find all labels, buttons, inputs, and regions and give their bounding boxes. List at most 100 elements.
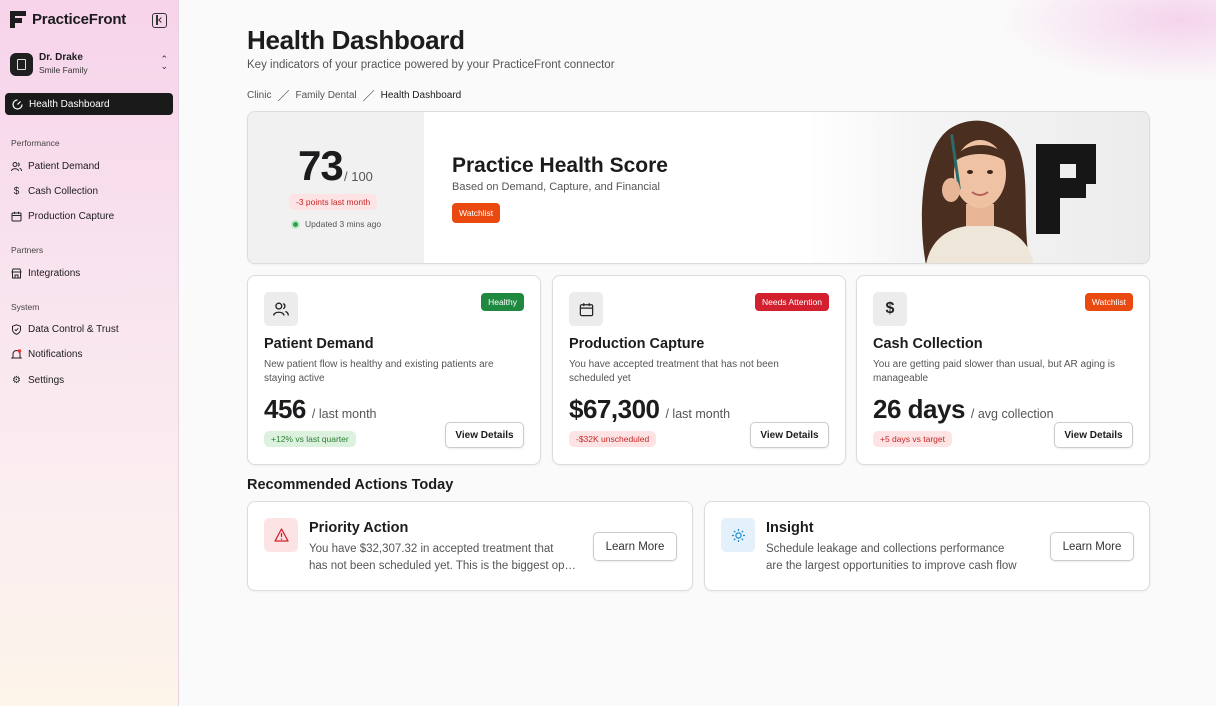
bell-icon xyxy=(11,348,22,358)
metric-value: $67,300 xyxy=(569,394,660,424)
store-icon xyxy=(11,268,22,278)
card-description: You have accepted treatment that has not… xyxy=(569,359,779,384)
metric-unit: / last month xyxy=(665,407,731,421)
calendar-icon xyxy=(569,292,603,326)
trend-badge: +5 days vs target xyxy=(873,431,952,447)
action-description: You have $32,307.32 in accepted treatmen… xyxy=(309,541,579,575)
health-score-max: / 100 xyxy=(344,169,373,184)
sidebar-item-label: Cash Collection xyxy=(28,185,99,197)
sidebar-item-label: Data Control & Trust xyxy=(28,323,119,335)
sidebar-section-performance: Performance xyxy=(11,138,60,148)
sidebar-item-label: Settings xyxy=(28,374,65,386)
card-description: New patient flow is healthy and existing… xyxy=(264,359,494,384)
health-score-subtitle: Based on Demand, Capture, and Financial xyxy=(452,181,660,193)
breadcrumb-separator-icon: ／ xyxy=(277,89,290,103)
action-text-line: You have $32,307.32 in accepted treatmen… xyxy=(309,543,554,555)
sun-icon xyxy=(721,518,755,552)
action-text-line: Schedule leakage and collections perform… xyxy=(766,543,1005,555)
metric-unit: / last month xyxy=(311,407,377,421)
production-capture-card: Needs Attention Production Capture You h… xyxy=(552,275,846,465)
learn-more-button[interactable]: Learn More xyxy=(593,532,677,561)
sidebar-item-label: Health Dashboard xyxy=(29,98,110,110)
card-title: Production Capture xyxy=(569,336,705,352)
card-description: You are getting paid slower than usual, … xyxy=(873,359,1116,384)
score-panel: 73 / 100 -3 points last month Updated 3 … xyxy=(248,112,424,263)
breadcrumb: Clinic ／ Family Dental ／ Health Dashboar… xyxy=(247,87,461,104)
trend-badge: +12% vs last quarter xyxy=(264,431,356,447)
breadcrumb-item-current: Health Dashboard xyxy=(380,90,462,101)
practicefront-logo-icon xyxy=(10,11,26,28)
priority-action-card: Priority Action You have $32,307.32 in a… xyxy=(247,501,693,591)
status-badge: Watchlist xyxy=(1084,293,1133,311)
sidebar-item-label: Integrations xyxy=(28,267,81,279)
practice-avatar xyxy=(10,52,33,76)
updated-text: Updated 3 mins ago xyxy=(305,219,382,229)
sidebar-item-notifications[interactable]: Notifications xyxy=(11,346,82,362)
account-practice: Smile Family xyxy=(39,65,88,75)
metric-unit: / avg collection xyxy=(970,407,1054,421)
sidebar-section-system: System xyxy=(11,302,40,312)
breadcrumb-item-clinic[interactable]: Clinic xyxy=(247,90,271,101)
warning-icon xyxy=(264,518,298,552)
shield-icon xyxy=(12,323,21,335)
score-delta-badge: -3 points last month xyxy=(289,194,378,210)
card-metric: 26 days / avg collection xyxy=(873,394,1054,425)
collapse-sidebar-icon[interactable] xyxy=(152,13,167,28)
sidebar-item-production-capture[interactable]: Production Capture xyxy=(11,208,114,224)
card-title: Patient Demand xyxy=(264,336,374,352)
account-name: Dr. Drake xyxy=(39,52,83,63)
sidebar-item-settings[interactable]: ⚙ Settings xyxy=(11,372,64,388)
learn-more-button[interactable]: Learn More xyxy=(1050,532,1134,561)
breadcrumb-separator-icon: ／ xyxy=(362,89,375,103)
action-description: Schedule leakage and collections perform… xyxy=(766,541,1036,575)
patient-demand-card: Healthy Patient Demand New patient flow … xyxy=(247,275,541,465)
insight-card: Insight Schedule leakage and collections… xyxy=(704,501,1150,591)
users-icon xyxy=(11,161,22,171)
view-details-button[interactable]: View Details xyxy=(750,422,829,448)
status-badge: Watchlist xyxy=(452,203,501,223)
users-icon xyxy=(264,292,298,326)
dollar-icon: $ xyxy=(873,292,907,326)
status-dot-icon xyxy=(291,219,300,229)
gear-icon: ⚙ xyxy=(12,374,21,386)
sidebar: PracticeFront Dr. Drake Smile Family ⌃ ⌄ … xyxy=(0,0,179,706)
hero-illustration xyxy=(808,112,1149,263)
recommended-actions-title: Recommended Actions Today xyxy=(247,477,454,493)
chevron-updown-icon: ⌃ ⌄ xyxy=(160,54,168,71)
sidebar-item-patient-demand[interactable]: Patient Demand xyxy=(11,158,100,174)
action-title: Priority Action xyxy=(309,520,409,536)
brand[interactable]: PracticeFront xyxy=(10,11,126,28)
sidebar-item-cash-collection[interactable]: $ Cash Collection xyxy=(11,183,98,199)
sidebar-item-label: Production Capture xyxy=(28,210,115,222)
view-details-button[interactable]: View Details xyxy=(1054,422,1133,448)
account-switcher[interactable]: Dr. Drake Smile Family ⌃ ⌄ xyxy=(10,51,170,77)
trend-badge: -$32K unscheduled xyxy=(569,431,657,447)
sidebar-section-partners: Partners xyxy=(11,245,44,255)
breadcrumb-item-family-dental[interactable]: Family Dental xyxy=(295,90,356,101)
health-score-title: Practice Health Score xyxy=(452,154,668,177)
brand-mark-icon xyxy=(1036,144,1096,234)
woman-portrait-image xyxy=(921,120,1096,263)
updated-status: Updated 3 mins ago xyxy=(291,219,381,229)
view-details-button[interactable]: View Details xyxy=(445,422,524,448)
page-title: Health Dashboard xyxy=(247,25,465,55)
status-badge: Needs Attention xyxy=(754,293,829,311)
card-title: Cash Collection xyxy=(873,336,983,352)
page-subtitle: Key indicators of your practice powered … xyxy=(247,59,615,71)
action-title: Insight xyxy=(766,520,814,536)
action-text-line: has not been scheduled yet. This is the … xyxy=(309,560,579,572)
sidebar-item-label: Notifications xyxy=(28,348,83,360)
sidebar-item-label: Patient Demand xyxy=(28,160,100,172)
sidebar-item-health-dashboard[interactable]: Health Dashboard xyxy=(5,93,173,115)
card-metric: 456 / last month xyxy=(264,394,377,425)
health-score-value: 73 xyxy=(298,142,344,189)
action-text-line: are the largest opportunities to improve… xyxy=(766,560,1017,572)
metric-value: 456 xyxy=(264,394,306,424)
sidebar-item-data-control[interactable]: Data Control & Trust xyxy=(11,321,119,337)
dollar-icon: $ xyxy=(13,185,20,197)
metric-value: 26 days xyxy=(873,394,965,424)
dashboard-icon xyxy=(12,98,23,110)
sidebar-item-integrations[interactable]: Integrations xyxy=(11,265,80,281)
status-badge: Healthy xyxy=(481,293,524,311)
card-metric: $67,300 / last month xyxy=(569,394,730,425)
